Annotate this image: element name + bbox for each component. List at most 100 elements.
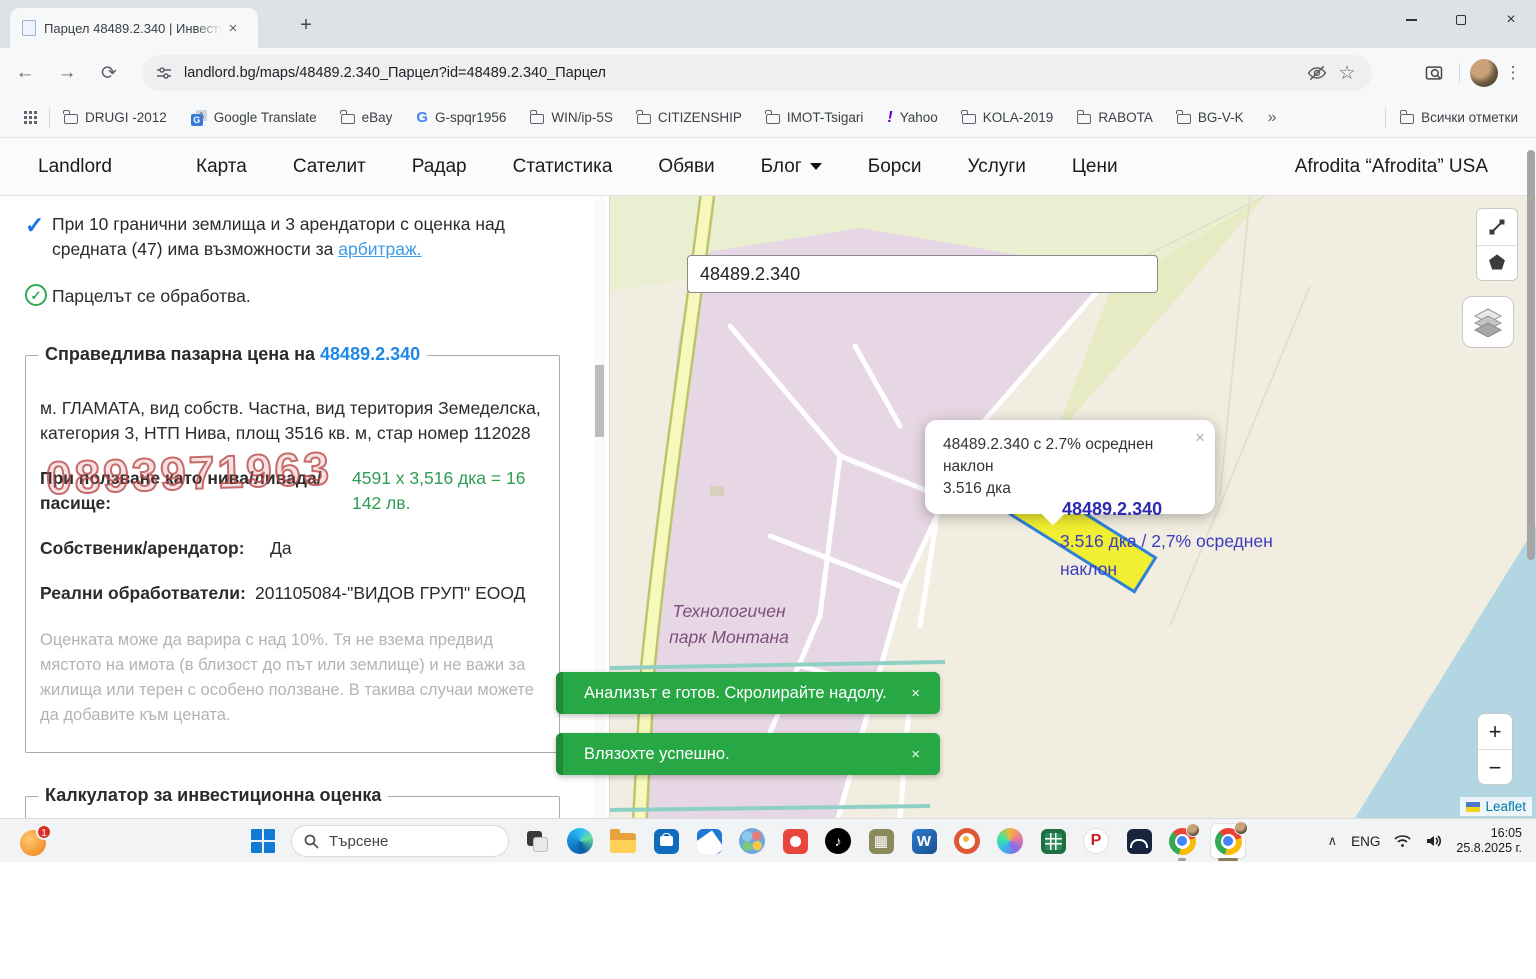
edge-button[interactable] xyxy=(565,826,595,856)
side-panel-search-icon[interactable] xyxy=(1419,58,1449,88)
zoom-out-button[interactable]: − xyxy=(1478,750,1512,785)
bookmark-imot-tsigari[interactable]: IMOT-Tsigari xyxy=(766,110,864,125)
logged-in-user[interactable]: Afrodita “Afrodita” USA xyxy=(1295,156,1488,178)
draw-polygon-button[interactable]: ⬟ xyxy=(1477,245,1517,281)
bookmark-yahoo[interactable]: !Yahoo xyxy=(887,109,937,127)
file-explorer-button[interactable] xyxy=(608,826,638,856)
close-button[interactable]: × xyxy=(1486,0,1536,40)
forward-button[interactable]: → xyxy=(50,56,84,90)
tiktok-button[interactable]: ♪ xyxy=(823,826,853,856)
nav-satelit[interactable]: Сателит xyxy=(293,156,366,178)
processed-notice: ✓ Парцелът се обработва. xyxy=(25,284,552,309)
nav-tseni[interactable]: Цени xyxy=(1072,156,1118,178)
microsoft-store-button[interactable] xyxy=(651,826,681,856)
nav-obyavi[interactable]: Обяви xyxy=(658,156,714,178)
site-settings-icon[interactable] xyxy=(156,65,172,81)
bookmark-rabota[interactable]: RABOTA xyxy=(1077,110,1153,125)
bookmarks-overflow-chevron[interactable]: » xyxy=(1268,109,1277,127)
panel-scrollbar[interactable] xyxy=(594,196,605,818)
page-content: ✓ При 10 гранични землища и 3 арендатори… xyxy=(0,196,1536,818)
parcel-id-link[interactable]: 48489.2.340 xyxy=(320,344,420,364)
back-button[interactable]: ← xyxy=(8,56,42,90)
bookmark-drugi-2012[interactable]: DRUGI -2012 xyxy=(64,110,167,125)
leaflet-link[interactable]: Leaflet xyxy=(1485,799,1526,814)
map-attribution: Leaflet xyxy=(1460,797,1532,816)
snipping-tool-button[interactable] xyxy=(694,826,724,856)
bookmark-kola-2019[interactable]: KOLA-2019 xyxy=(962,110,1054,125)
tray-time: 16:05 xyxy=(1456,826,1522,841)
clipchamp-button[interactable] xyxy=(780,826,810,856)
toast-close-icon[interactable]: × xyxy=(911,685,920,702)
draw-tools-panel: ⬟ xyxy=(1476,208,1518,281)
word-button[interactable]: W xyxy=(909,826,939,856)
bookmark-google-translate[interactable]: AGGoogle Translate xyxy=(191,110,317,126)
menu-kebab-icon[interactable]: ⋮ xyxy=(1498,63,1528,83)
speedtest-button[interactable] xyxy=(1124,826,1154,856)
window-controls: × xyxy=(1386,0,1536,40)
bookmark-bg-v-k[interactable]: BG-V-K xyxy=(1177,110,1244,125)
nav-uslugi[interactable]: Услуги xyxy=(967,156,1025,178)
close-icon: × xyxy=(1506,11,1515,29)
toast-close-icon[interactable]: × xyxy=(911,746,920,763)
map-search-input[interactable] xyxy=(687,255,1158,293)
tab-title: Парцел 48489.2.340 | Инвестир xyxy=(44,21,222,36)
page-scrollbar-thumb[interactable] xyxy=(1527,150,1535,560)
google-g-icon: G xyxy=(416,109,428,126)
duckduckgo-icon xyxy=(954,828,980,854)
maximize-button[interactable] xyxy=(1436,0,1486,40)
duckduckgo-button[interactable] xyxy=(952,826,982,856)
chrome-active-button[interactable] xyxy=(1210,823,1246,859)
excel-button[interactable] xyxy=(1038,826,1068,856)
qr-scanner-button[interactable]: ▦ xyxy=(866,826,896,856)
apps-grid-icon[interactable] xyxy=(24,111,37,124)
nav-radar[interactable]: Радар xyxy=(412,156,467,178)
nav-karta[interactable]: Карта xyxy=(196,156,247,178)
layers-control-button[interactable] xyxy=(1462,296,1514,348)
tray-expand-icon[interactable]: ∧ xyxy=(1328,833,1338,849)
task-view-button[interactable] xyxy=(522,826,552,856)
owner-row: Собственик/арендатор: Да xyxy=(40,536,545,561)
bookmark-citizenship[interactable]: CITIZENSHIP xyxy=(637,110,742,125)
start-button[interactable] xyxy=(248,826,278,856)
leaflet-map[interactable]: 48489.2.340 с 2.7% осреднен наклон 3.516… xyxy=(610,196,1536,818)
taskbar-search[interactable]: Търсене xyxy=(291,825,509,857)
profile-mini-avatar xyxy=(1234,821,1248,835)
nav-statistika[interactable]: Статистика xyxy=(513,156,613,178)
url-text[interactable]: landlord.bg/maps/48489.2.340_Парцел?id=4… xyxy=(184,65,1302,81)
address-bar[interactable]: landlord.bg/maps/48489.2.340_Парцел?id=4… xyxy=(142,55,1372,91)
profile-avatar[interactable] xyxy=(1470,59,1498,87)
site-logo[interactable]: Landlord xyxy=(38,156,158,178)
profile-mini-avatar xyxy=(1186,823,1200,837)
tab-close-icon[interactable]: × xyxy=(224,20,242,37)
bookmark-g-spqr1956[interactable]: GG-spqr1956 xyxy=(416,109,506,126)
arbitrage-link[interactable]: арбитраж. xyxy=(338,239,421,259)
usage-label: При ползване като нива/ливада/ пасище: xyxy=(40,466,352,516)
usage-row: При ползване като нива/ливада/ пасище: 4… xyxy=(40,466,545,516)
pinterest-button[interactable]: P xyxy=(1081,826,1111,856)
reload-button[interactable]: ⟳ xyxy=(92,56,126,90)
zoom-in-button[interactable]: + xyxy=(1478,714,1512,750)
nav-blog[interactable]: Блог xyxy=(761,156,822,178)
measure-distance-button[interactable] xyxy=(1477,209,1517,245)
paint-button[interactable] xyxy=(737,826,767,856)
bookmark-ebay[interactable]: eBay xyxy=(341,110,393,125)
toast-analysis-ready: Анализът е готов. Скролирайте надолу. × xyxy=(556,672,940,714)
widgets-button[interactable]: 1 xyxy=(20,826,50,856)
nav-borsi[interactable]: Борси xyxy=(868,156,922,178)
wifi-icon[interactable] xyxy=(1394,834,1411,848)
bookmark-star-icon[interactable]: ☆ xyxy=(1332,58,1362,88)
search-placeholder: Търсене xyxy=(329,833,388,850)
language-indicator[interactable]: ENG xyxy=(1351,834,1380,849)
chrome-profile-button[interactable] xyxy=(1167,826,1197,856)
volume-icon[interactable] xyxy=(1425,834,1442,848)
browser-tab[interactable]: Парцел 48489.2.340 | Инвестир × xyxy=(10,8,258,48)
popup-close-icon[interactable]: × xyxy=(1195,427,1205,449)
bookmark-win-ip-5s[interactable]: WIN/ip-5S xyxy=(530,110,613,125)
copilot-button[interactable] xyxy=(995,826,1025,856)
minimize-button[interactable] xyxy=(1386,0,1436,40)
clock[interactable]: 16:05 25.8.2025 г. xyxy=(1456,826,1522,856)
panel-scrollbar-thumb[interactable] xyxy=(595,365,604,437)
eye-off-icon[interactable] xyxy=(1302,58,1332,88)
new-tab-button[interactable]: + xyxy=(292,12,320,40)
all-bookmarks[interactable]: Всички отметки xyxy=(1385,108,1518,128)
